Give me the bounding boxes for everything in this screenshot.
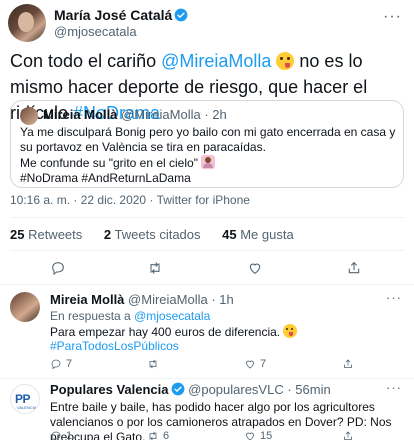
like-count: 15 xyxy=(260,430,273,440)
share-icon xyxy=(344,359,352,368)
like-icon xyxy=(246,360,254,369)
reply-context: En respuesta a @mjosecatala xyxy=(50,309,210,323)
winking-tongue-emoji-icon xyxy=(276,52,295,70)
tweet-header: María José Catalá @mjosecatala ··· xyxy=(0,0,414,44)
quotes-stat[interactable]: 2 Tweets citados xyxy=(104,227,201,242)
retweets-label[interactable]: Retweets xyxy=(24,227,82,242)
reply-to-link[interactable]: @mjosecatala xyxy=(134,309,210,323)
quoted-author-handle: @MireiaMolla xyxy=(121,107,201,122)
kissing-emoji-icon xyxy=(283,324,298,338)
like-icon[interactable] xyxy=(244,258,266,278)
retweets-stat[interactable]: 25 Retweets xyxy=(10,227,82,242)
retweets-count[interactable]: 25 xyxy=(10,227,24,242)
separator: · xyxy=(146,193,157,207)
verified-badge-icon xyxy=(174,8,188,22)
reply-count: 7 xyxy=(66,358,73,370)
tweet-meta: 10:16 a. m. · 22 dic. 2020 · Twitter for… xyxy=(10,193,250,207)
reply-author-handle[interactable]: @MireiaMolla xyxy=(128,292,208,307)
retweet-icon xyxy=(149,359,157,369)
reply-icon xyxy=(51,431,61,440)
quoted-hashtags: #NoDrama #AndReturnLaDama xyxy=(20,171,191,185)
like-count: 7 xyxy=(260,358,267,370)
reply-author-name[interactable]: Mireia Mollà xyxy=(50,292,124,307)
tweet-stats: 25 Retweets 2 Tweets citados 45 Me gusta xyxy=(10,227,312,242)
likes-label[interactable]: Me gusta xyxy=(237,227,293,242)
quoted-text-line: Ya me disculpará Bonig pero yo bailo con… xyxy=(20,125,396,154)
reply-share-button[interactable] xyxy=(342,430,354,440)
reply-icon xyxy=(51,359,61,370)
quoted-author: Mireia Mollà @MireiaMolla · 2h xyxy=(43,107,227,122)
reply-author-handle[interactable]: @popularesVLC xyxy=(188,382,284,397)
facepalm-emoji-icon xyxy=(201,155,216,169)
retweet-icon xyxy=(149,431,157,440)
reply-reply-button[interactable]: 1 xyxy=(50,430,72,440)
reply-action-bar: 1 6 15 xyxy=(50,430,400,440)
reply-count: 1 xyxy=(66,430,73,440)
share-icon xyxy=(344,431,352,440)
party-logo-sub: VALENCIA xyxy=(17,405,37,410)
reply-author: Mireia Mollà @MireiaMolla · 1h xyxy=(50,292,234,307)
quoted-text: Ya me disculpará Bonig pero yo bailo con… xyxy=(20,125,398,186)
tweet-action-bar xyxy=(0,258,414,278)
reply-tweet[interactable]: PP VALENCIA Populares Valencia @populare… xyxy=(0,378,414,440)
verified-badge-icon xyxy=(171,382,184,396)
reply-author-avatar[interactable] xyxy=(10,292,40,322)
reply-author-avatar[interactable]: PP VALENCIA xyxy=(10,384,40,414)
divider xyxy=(10,250,404,251)
mention-link[interactable]: @MireiaMolla xyxy=(161,51,271,71)
reply-retweet-button[interactable] xyxy=(147,358,163,370)
likes-count[interactable]: 45 xyxy=(222,227,236,242)
more-options-icon[interactable]: ··· xyxy=(386,290,402,305)
author-avatar[interactable] xyxy=(8,4,46,42)
divider xyxy=(0,284,414,285)
quoted-time: · 2h xyxy=(204,107,227,122)
reply-author-name[interactable]: Populares Valencia xyxy=(50,382,169,397)
quoted-text-line: Me confunde su "grito en el cielo" xyxy=(20,155,398,171)
divider xyxy=(10,217,404,218)
reply-text: Para empezar hay 400 euros de diferencia… xyxy=(50,324,400,340)
reply-time[interactable]: · 1h xyxy=(211,292,233,307)
reply-text-content: Para empezar hay 400 euros de diferencia… xyxy=(50,325,281,339)
quoted-text-part: Me confunde su "grito en el cielo" xyxy=(20,156,198,170)
likes-stat[interactable]: 45 Me gusta xyxy=(222,227,294,242)
more-options-icon[interactable]: ··· xyxy=(383,8,402,26)
reply-reply-button[interactable]: 7 xyxy=(50,358,72,370)
author-name-text[interactable]: María José Catalá xyxy=(54,7,172,23)
hashtag-link[interactable]: #ParaTodosLosPúblicos xyxy=(50,339,179,353)
quotes-label[interactable]: Tweets citados xyxy=(111,227,201,242)
author-handle[interactable]: @mjosecatala xyxy=(54,24,137,39)
quoted-author-avatar xyxy=(20,107,38,125)
tweet-text-part: Con todo el cariño xyxy=(10,51,162,71)
reply-retweet-button[interactable]: 6 xyxy=(147,430,169,440)
tweet-time[interactable]: 10:16 a. m. xyxy=(10,193,70,207)
reply-icon[interactable] xyxy=(47,258,69,278)
reply-share-button[interactable] xyxy=(342,358,354,370)
reply-like-button[interactable]: 15 xyxy=(244,430,272,440)
reply-like-button[interactable]: 7 xyxy=(244,358,266,370)
more-options-icon[interactable]: ··· xyxy=(386,380,402,395)
like-icon xyxy=(246,432,254,440)
reply-author: Populares Valencia @popularesVLC · 56min xyxy=(50,382,331,397)
reply-action-bar: 7 7 xyxy=(50,358,400,372)
party-logo: PP xyxy=(15,392,31,406)
separator: · xyxy=(70,193,81,207)
tweet-source[interactable]: Twitter for iPhone xyxy=(157,193,250,207)
reply-tweet[interactable]: Mireia Mollà @MireiaMolla · 1h ··· En re… xyxy=(0,288,414,378)
quoted-tweet[interactable]: Mireia Mollà @MireiaMolla · 2h Ya me dis… xyxy=(10,100,404,188)
reply-prefix: En respuesta a xyxy=(50,309,135,323)
retweet-count: 6 xyxy=(163,430,170,440)
author-name[interactable]: María José Catalá xyxy=(54,7,188,23)
share-icon[interactable] xyxy=(343,258,365,278)
quoted-author-name: Mireia Mollà xyxy=(43,107,118,122)
tweet-date[interactable]: 22 dic. 2020 xyxy=(81,193,146,207)
reply-time[interactable]: · 56min xyxy=(287,382,330,397)
retweet-icon[interactable] xyxy=(144,258,166,278)
